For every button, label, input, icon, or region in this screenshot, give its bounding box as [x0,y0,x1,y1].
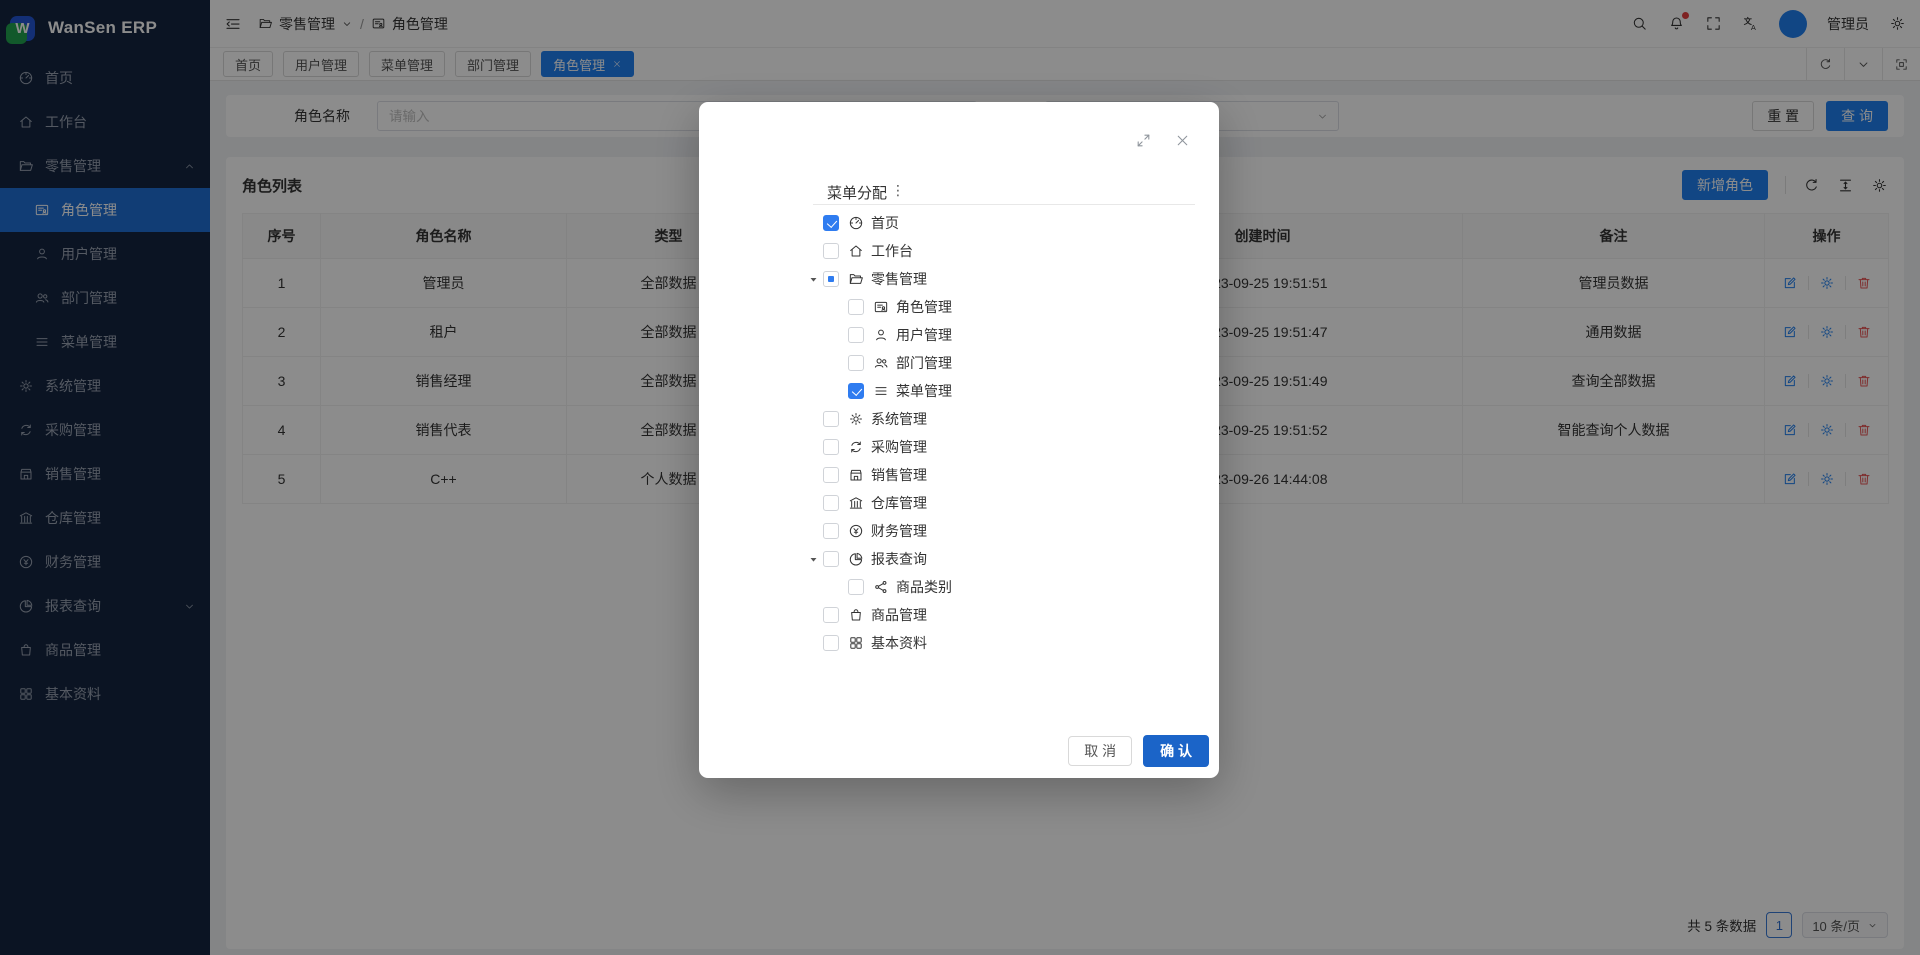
tree-node-role[interactable]: 角色管理 [699,293,1219,321]
tree-checkbox-goods[interactable] [823,607,839,623]
tree-node-label: 首页 [871,213,899,233]
pie-icon [848,551,864,567]
tree-node-basic[interactable]: 基本资料 [699,629,1219,657]
menu-icon [873,383,889,399]
modal-label-suffix: ⋮ [891,182,905,199]
tree-node-goods-category[interactable]: 商品类别 [699,573,1219,601]
tree-node-workbench[interactable]: 工作台 [699,237,1219,265]
tree-node-report[interactable]: 报表查询 [699,545,1219,573]
tree-checkbox-role[interactable] [848,299,864,315]
tree-checkbox-warehouse[interactable] [823,495,839,511]
sync-icon [848,439,864,455]
tree-checkbox-system[interactable] [823,411,839,427]
tree-checkbox-user[interactable] [848,327,864,343]
tree-node-label: 采购管理 [871,437,927,457]
modal-label-row: 菜单分配 ⋮ [827,182,905,203]
cancel-button[interactable]: 取 消 [1068,736,1132,766]
caret-down-icon[interactable] [803,553,823,566]
tree-node-retail[interactable]: 零售管理 [699,265,1219,293]
tree-checkbox-dept[interactable] [848,355,864,371]
team-icon [873,355,889,371]
tree-node-label: 财务管理 [871,521,927,541]
menu-assign-modal: 菜单分配 ⋮ 首页工作台零售管理角色管理用户管理部门管理菜单管理系统管理采购管理… [699,102,1219,778]
tree-node-label: 商品类别 [896,577,952,597]
tree-checkbox-finance[interactable] [823,523,839,539]
tree-checkbox-menu[interactable] [848,383,864,399]
tree-node-label: 部门管理 [896,353,952,373]
tree-checkbox-goods-category[interactable] [848,579,864,595]
tree-node-label: 仓库管理 [871,493,927,513]
tree-checkbox-workbench[interactable] [823,243,839,259]
tree-node-sales[interactable]: 销售管理 [699,461,1219,489]
tree-checkbox-basic[interactable] [823,635,839,651]
modal-close-button[interactable] [1174,132,1191,149]
caret-down-icon [807,553,820,566]
tree-node-label: 系统管理 [871,409,927,429]
caret-down-icon[interactable] [803,273,823,286]
tree-checkbox-home[interactable] [823,215,839,231]
modal-divider [813,204,1195,205]
expand-icon [1135,132,1152,149]
tree-node-home[interactable]: 首页 [699,209,1219,237]
tree-checkbox-sales[interactable] [823,467,839,483]
home-icon [848,243,864,259]
bag-icon [848,607,864,623]
shop-icon [848,467,864,483]
modal-window-controls [1135,132,1191,149]
tree-checkbox-purchase[interactable] [823,439,839,455]
tree-checkbox-report[interactable] [823,551,839,567]
close-icon [1174,132,1191,149]
appstore-icon [848,635,864,651]
tree-node-finance[interactable]: 财务管理 [699,517,1219,545]
folder-open-icon [848,271,864,287]
tree-node-label: 基本资料 [871,633,927,653]
tree-node-label: 报表查询 [871,549,927,569]
bank-icon [848,495,864,511]
modal-fullscreen-button[interactable] [1135,132,1152,149]
gear-icon [848,411,864,427]
finance-icon [848,523,864,539]
modal-label: 菜单分配 [827,182,887,203]
tree-node-system[interactable]: 系统管理 [699,405,1219,433]
modal-footer: 取 消 确 认 [1068,735,1209,767]
dashboard-icon [848,215,864,231]
tree-node-label: 用户管理 [896,325,952,345]
menu-tree: 首页工作台零售管理角色管理用户管理部门管理菜单管理系统管理采购管理销售管理仓库管… [699,209,1219,657]
share-icon [873,579,889,595]
user-icon [873,327,889,343]
caret-down-icon [807,273,820,286]
tree-node-label: 工作台 [871,241,913,261]
tree-node-menu[interactable]: 菜单管理 [699,377,1219,405]
tree-node-dept[interactable]: 部门管理 [699,349,1219,377]
tree-node-warehouse[interactable]: 仓库管理 [699,489,1219,517]
tree-node-user[interactable]: 用户管理 [699,321,1219,349]
idcard-icon [873,299,889,315]
confirm-button[interactable]: 确 认 [1143,735,1209,767]
tree-node-label: 菜单管理 [896,381,952,401]
tree-node-label: 商品管理 [871,605,927,625]
tree-node-goods[interactable]: 商品管理 [699,601,1219,629]
tree-node-label: 零售管理 [871,269,927,289]
tree-node-label: 销售管理 [871,465,927,485]
tree-checkbox-retail[interactable] [823,271,839,287]
tree-node-purchase[interactable]: 采购管理 [699,433,1219,461]
tree-node-label: 角色管理 [896,297,952,317]
